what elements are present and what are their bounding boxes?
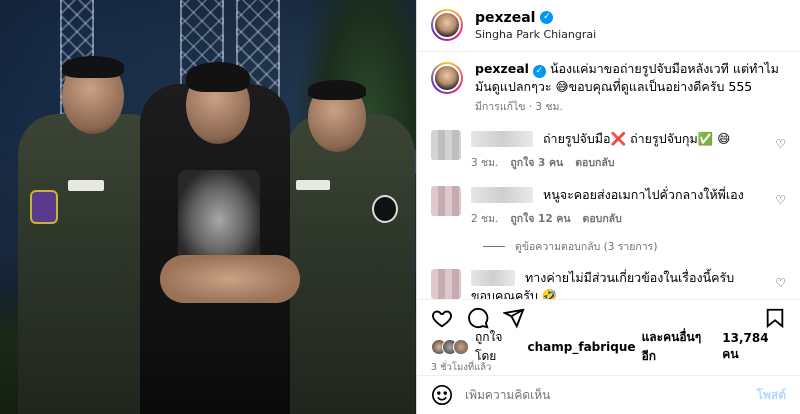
comment-time: 2 ชม. bbox=[471, 212, 499, 225]
caption-body: pexzeal ✓ น้องแค่มาขอถ่ายรูปจับมือหลังเว… bbox=[475, 60, 786, 116]
likes-summary[interactable]: ถูกใจโดย champ_fabrique และคนอื่นๆ อีก 1… bbox=[417, 330, 800, 363]
comment-item: ถ่ายรูปจับมือ❌ ถ่ายรูปจับกุม✅ 😄 3 ชม. ถู… bbox=[431, 129, 786, 172]
commenter-name-blurred[interactable] bbox=[471, 187, 533, 204]
liker-avatars bbox=[431, 339, 469, 356]
comment-meta: 3 ชม. ถูกใจ 3 คน ตอบกลับ bbox=[471, 154, 760, 172]
comment-body: ถ่ายรูปจับมือ❌ ถ่ายรูปจับกุม✅ 😄 3 ชม. ถู… bbox=[471, 130, 786, 172]
comment-text: หนูจะคอยส่งอเมกาไปคั่วกลางให้พี่เอง bbox=[542, 186, 744, 202]
caption-author-avatar[interactable] bbox=[431, 61, 463, 94]
photo-shoulder-patch bbox=[372, 195, 398, 223]
photo-name-tag bbox=[296, 180, 330, 190]
photo-hair-center bbox=[186, 62, 250, 92]
comments-section[interactable]: pexzeal ✓ น้องแค่มาขอถ่ายรูปจับมือหลังเว… bbox=[417, 52, 800, 299]
photo-hair-left bbox=[62, 56, 124, 78]
verified-icon: ✓ bbox=[532, 64, 546, 78]
post-time-ago: 3 ชั่วโมงที่แล้ว bbox=[431, 362, 492, 374]
reply-button[interactable]: ตอบกลับ bbox=[575, 154, 614, 172]
comment-text: ถ่ายรูปจับมือ❌ ถ่ายรูปจับกุม✅ 😄 bbox=[542, 130, 731, 146]
comment-composer: โพสต์ bbox=[417, 375, 800, 414]
post-side-panel: pexzeal ✓ Singha Park Chiangrai pexzeal … bbox=[416, 0, 800, 414]
comment-body: หนูจะคอยส่งอเมกาไปคั่วกลางให้พี่เอง 2 ชม… bbox=[471, 186, 786, 228]
post-photo[interactable] bbox=[0, 0, 416, 414]
comment-input[interactable] bbox=[465, 388, 745, 403]
replies-divider-line bbox=[483, 245, 505, 247]
view-replies-label: ดูข้อความตอบกลับ (3 รายการ) bbox=[515, 240, 658, 253]
caption-author-avatar-image bbox=[433, 63, 461, 92]
post-caption: pexzeal ✓ น้องแค่มาขอถ่ายรูปจับมือหลังเว… bbox=[431, 60, 786, 116]
comment-like-count[interactable]: ถูกใจ 3 คน bbox=[510, 154, 563, 172]
caption-meta: มีการแก้ไข · 3 ชม. bbox=[475, 100, 563, 113]
comment-heart-icon[interactable]: ♡ bbox=[775, 137, 786, 151]
commenter-avatar-blurred[interactable] bbox=[431, 129, 461, 160]
reply-button[interactable]: ตอบกลับ bbox=[583, 210, 622, 228]
commenter-name-blurred[interactable] bbox=[471, 131, 533, 148]
author-username-row: pexzeal ✓ bbox=[475, 10, 596, 26]
photo-person-right bbox=[285, 114, 415, 414]
author-info: pexzeal ✓ Singha Park Chiangrai bbox=[475, 10, 596, 41]
bookmark-icon[interactable] bbox=[764, 307, 786, 329]
comment-heart-icon[interactable]: ♡ bbox=[775, 193, 786, 207]
heart-icon[interactable] bbox=[431, 307, 453, 329]
verified-icon: ✓ bbox=[540, 11, 554, 25]
comment-icon[interactable] bbox=[467, 307, 489, 329]
post-comment-button[interactable]: โพสต์ bbox=[757, 386, 786, 405]
commenter-name-blurred[interactable] bbox=[471, 270, 515, 287]
photo-hair-right bbox=[308, 80, 366, 100]
comment-item: หนูจะคอยส่งอเมกาไปคั่วกลางให้พี่เอง 2 ชม… bbox=[431, 185, 786, 228]
comment-meta: 2 ชม. ถูกใจ 12 คน ตอบกลับ bbox=[471, 210, 760, 228]
photo-name-tag bbox=[68, 180, 104, 191]
author-avatar-image bbox=[433, 11, 461, 40]
likes-first-user[interactable]: champ_fabrique bbox=[528, 340, 636, 354]
post-location[interactable]: Singha Park Chiangrai bbox=[475, 28, 596, 41]
comment-heart-icon[interactable]: ♡ bbox=[775, 276, 786, 290]
author-avatar[interactable] bbox=[431, 9, 463, 42]
comment-like-count[interactable]: ถูกใจ 12 คน bbox=[510, 210, 570, 228]
commenter-avatar-blurred[interactable] bbox=[431, 268, 461, 299]
post-header: pexzeal ✓ Singha Park Chiangrai bbox=[417, 0, 800, 52]
caption-username[interactable]: pexzeal bbox=[475, 61, 529, 76]
commenter-avatar-blurred[interactable] bbox=[431, 185, 461, 216]
instagram-post-view: pexzeal ✓ Singha Park Chiangrai pexzeal … bbox=[0, 0, 800, 414]
emoji-icon[interactable] bbox=[431, 384, 453, 406]
author-username[interactable]: pexzeal bbox=[475, 10, 535, 26]
share-icon[interactable] bbox=[503, 307, 525, 329]
comment-time: 3 ชม. bbox=[471, 156, 499, 169]
photo-shoulder-patch bbox=[30, 190, 58, 224]
photo-clasped-hands bbox=[160, 255, 300, 303]
view-replies-button[interactable]: ดูข้อความตอบกลับ (3 รายการ) bbox=[483, 238, 786, 255]
comment-item: ทางค่ายไม่มีส่วนเกี่ยวข้องในเรื่องนี้ครั… bbox=[431, 268, 786, 299]
comment-body: ทางค่ายไม่มีส่วนเกี่ยวข้องในเรื่องนี้ครั… bbox=[471, 269, 786, 299]
